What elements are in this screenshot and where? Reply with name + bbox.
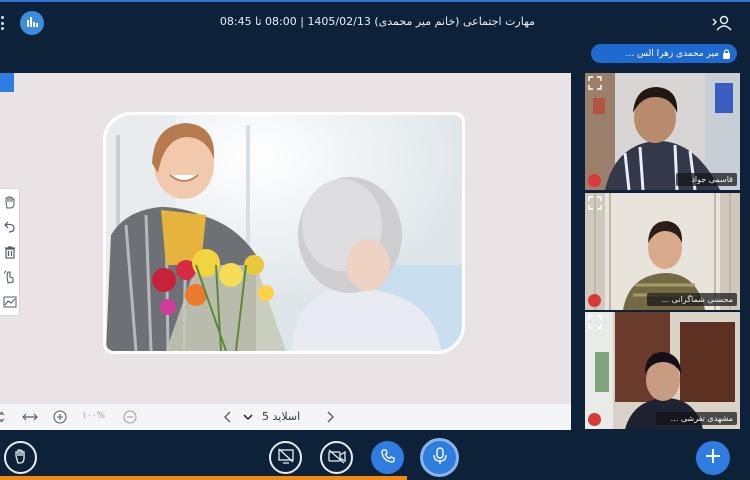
mic-muted-icon (588, 174, 601, 187)
slide-image (103, 112, 465, 354)
call-button[interactable] (371, 441, 404, 474)
screen-share-button[interactable] (269, 441, 302, 474)
fit-width-icon[interactable] (20, 409, 40, 425)
add-button[interactable] (696, 441, 730, 475)
webcam-tile[interactable]: مشهدی تفرشی ... (585, 312, 740, 429)
hand-icon[interactable] (2, 194, 18, 210)
header: مهارت اجتماعی (خانم میر محمدی) 1405/02/1… (0, 2, 750, 42)
zoom-level: ۱۰۰% (82, 411, 106, 421)
slide-number-label[interactable]: اسلاید 5 (262, 410, 300, 423)
pointer-icon[interactable] (2, 269, 18, 285)
session-title: مهارت اجتماعی (خانم میر محمدی) 1405/02/1… (219, 15, 536, 28)
prev-slide-chevron-icon[interactable] (222, 409, 234, 425)
user-settings-icon[interactable] (710, 13, 734, 33)
presenter-name: میر محمدی زهرا الس ... (625, 48, 719, 59)
presenter-badge[interactable]: میر محمدی زهرا الس ... (591, 44, 737, 63)
board-bottom-bar: ۱۰۰% اسلاید 5 (0, 403, 571, 430)
participant-name: محسنی شماگرانی ... (646, 293, 737, 306)
webcam-tile[interactable]: قاسمی جواد (585, 73, 740, 190)
lock-icon (722, 48, 731, 59)
camera-button[interactable] (320, 441, 353, 474)
screen-share-off-icon (277, 448, 295, 468)
participant-name: قاسمی جواد (676, 173, 737, 186)
bars-logo-icon (20, 11, 44, 35)
webcam-tile[interactable]: محسنی شماگرانی ... (585, 193, 740, 310)
vertical-dots-icon[interactable] (1, 16, 5, 30)
trash-icon[interactable] (2, 244, 18, 260)
zoom-out-icon[interactable] (122, 409, 138, 425)
undo-icon[interactable] (2, 219, 18, 235)
microphone-button[interactable] (420, 438, 459, 477)
raise-hand-button[interactable] (4, 441, 37, 474)
phone-icon (380, 448, 396, 468)
mic-muted-icon (588, 294, 601, 307)
board-toolbox (0, 188, 20, 316)
bottom-progress-strip (0, 476, 407, 480)
whiteboard[interactable]: ۱۰۰% اسلاید 5 (0, 73, 571, 430)
expand-icon[interactable] (588, 76, 602, 90)
slide-select-chevron-down-icon[interactable] (242, 409, 254, 425)
next-slide-chevron-icon[interactable] (324, 409, 336, 425)
board-collapse-tab[interactable] (0, 73, 14, 92)
camera-off-icon (327, 448, 347, 468)
mic-muted-icon (588, 413, 601, 426)
microphone-icon (432, 446, 448, 469)
zoom-in-icon[interactable] (52, 409, 68, 425)
expand-icon[interactable] (588, 315, 602, 329)
raise-hand-icon (12, 447, 30, 469)
chart-icon[interactable] (2, 294, 18, 310)
fullscreen-icon[interactable] (0, 409, 10, 425)
participant-name: مشهدی تفرشی ... (655, 412, 737, 425)
expand-icon[interactable] (588, 196, 602, 210)
plus-icon (705, 448, 721, 468)
